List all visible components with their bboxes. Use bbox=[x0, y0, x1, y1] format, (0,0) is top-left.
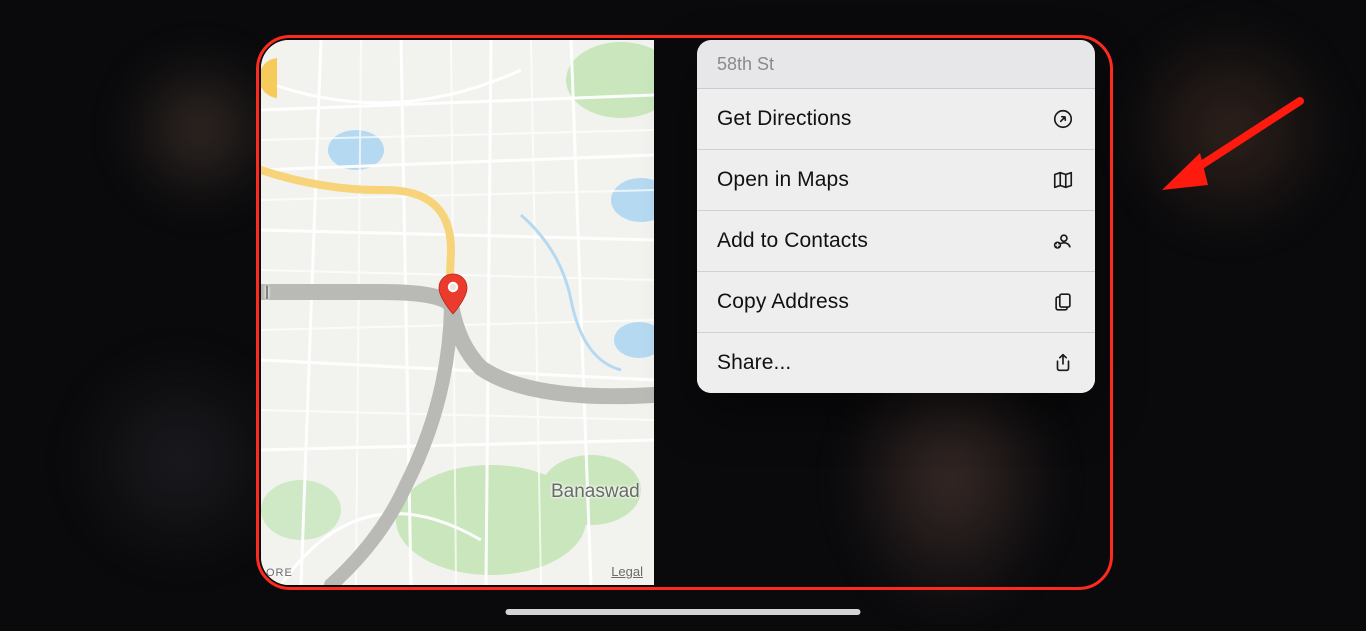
map-legal-link[interactable]: Legal bbox=[611, 564, 643, 579]
menu-item-label: Share... bbox=[717, 351, 791, 375]
menu-item-add-to-contacts[interactable]: Add to Contacts bbox=[697, 211, 1095, 272]
menu-item-share[interactable]: Share... bbox=[697, 333, 1095, 393]
directions-icon bbox=[1051, 107, 1075, 131]
menu-item-copy-address[interactable]: Copy Address bbox=[697, 272, 1095, 333]
address-context-menu: 58th St Get Directions Open in Maps Add … bbox=[697, 40, 1095, 393]
map-label-bottom-left: ORE bbox=[266, 567, 293, 579]
menu-item-get-directions[interactable]: Get Directions bbox=[697, 89, 1095, 150]
menu-item-open-in-maps[interactable]: Open in Maps bbox=[697, 150, 1095, 211]
copy-icon bbox=[1051, 290, 1075, 314]
context-menu-header: 58th St bbox=[697, 40, 1095, 89]
add-contact-icon bbox=[1051, 229, 1075, 253]
map-preview-card[interactable]: l Banaswad ORE Legal bbox=[261, 40, 654, 585]
menu-item-label: Get Directions bbox=[717, 107, 851, 131]
map-pin-icon bbox=[436, 272, 470, 316]
home-indicator[interactable] bbox=[506, 609, 861, 615]
blurred-background bbox=[0, 0, 1366, 631]
menu-item-label: Add to Contacts bbox=[717, 229, 868, 253]
share-icon bbox=[1051, 351, 1075, 375]
map-icon bbox=[1051, 168, 1075, 192]
map-label-left: l bbox=[265, 283, 269, 304]
menu-item-label: Open in Maps bbox=[717, 168, 849, 192]
menu-item-label: Copy Address bbox=[717, 290, 849, 314]
map-label-banaswadi: Banaswad bbox=[551, 481, 640, 503]
